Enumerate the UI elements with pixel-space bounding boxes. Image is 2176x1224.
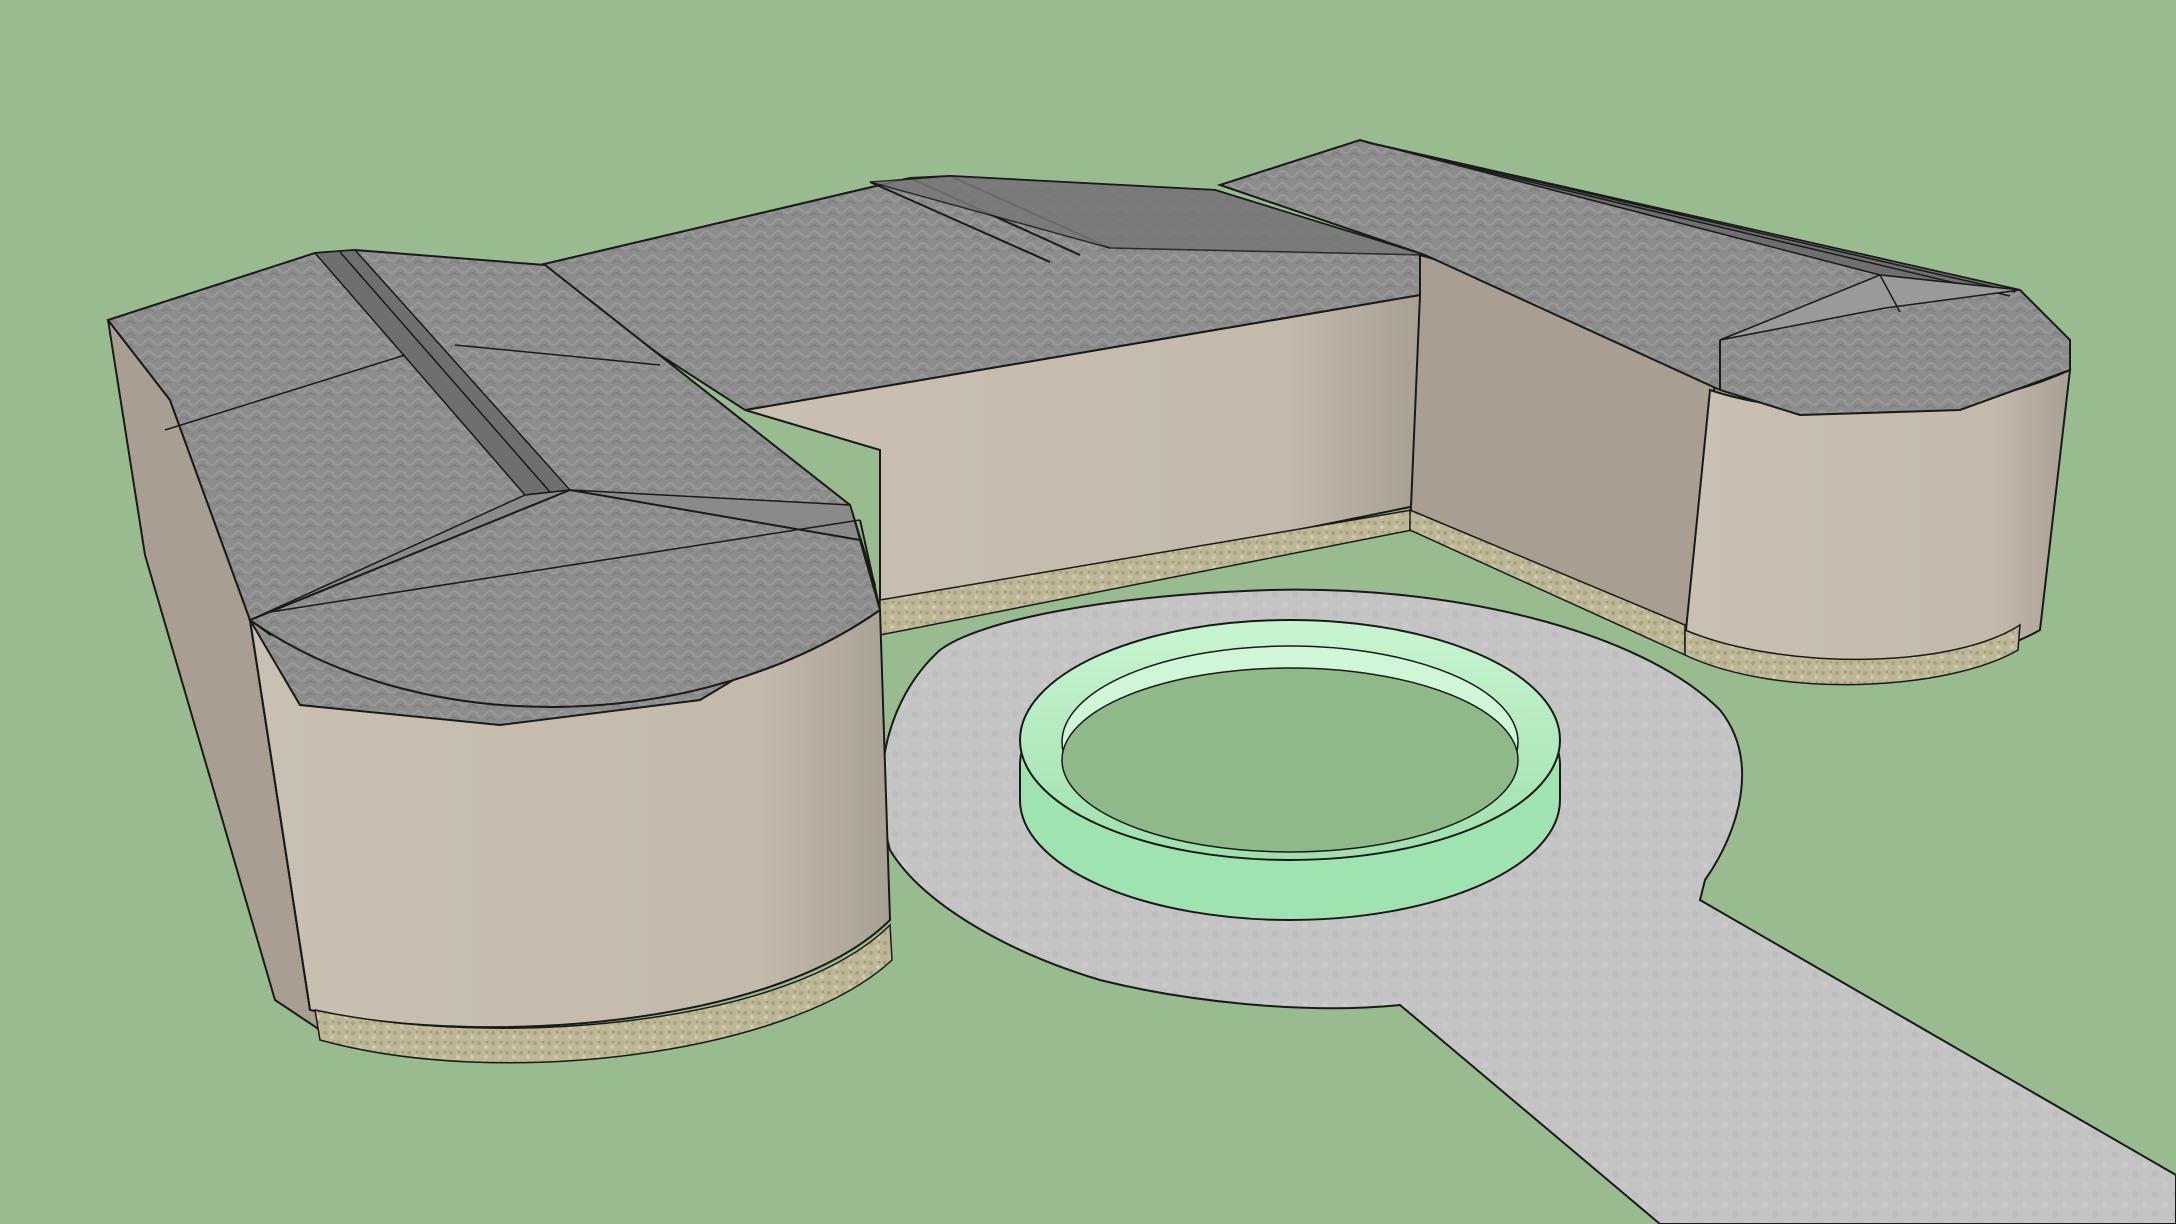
3d-model-viewport[interactable] bbox=[0, 0, 2176, 1224]
scene-svg bbox=[0, 0, 2176, 1224]
green-ring-planter bbox=[1019, 619, 1561, 921]
